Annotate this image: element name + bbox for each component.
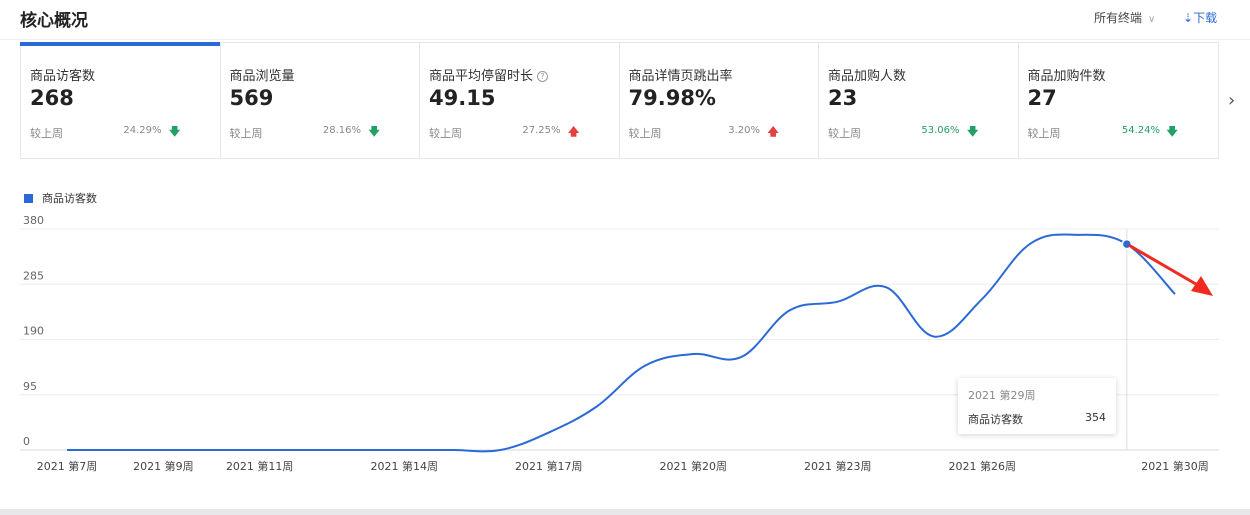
- tooltip-series-name: 商品访客数: [968, 413, 1023, 426]
- tooltip-value: 354: [1085, 411, 1106, 424]
- x-tick-label: 2021 第30周: [1141, 459, 1209, 473]
- annotation-arrow-shaft: [1128, 243, 1202, 289]
- x-tick-label: 2021 第20周: [660, 459, 728, 473]
- x-tick-label: 2021 第17周: [515, 459, 583, 473]
- x-tick-label: 2021 第14周: [370, 459, 438, 473]
- annotation-arrow-head: [1191, 276, 1213, 296]
- x-tick-label: 2021 第7周: [37, 459, 98, 473]
- x-tick-label: 2021 第9周: [133, 459, 194, 473]
- line-chart: 380 285 190 95 0 2021 第7周 2021 第9周 2021 第11周 202…: [20, 214, 1219, 473]
- x-tick-label: 2021 第11周: [226, 459, 294, 473]
- y-tick-label: 190: [23, 325, 44, 338]
- x-tick-label: 2021 第26周: [949, 459, 1017, 473]
- bottom-divider: [0, 509, 1250, 515]
- y-tick-label: 285: [23, 269, 44, 282]
- x-tick-label: 2021 第23周: [804, 459, 872, 473]
- y-tick-label: 95: [23, 380, 37, 393]
- chart-tooltip: 2021 第29周 商品访客数 354: [958, 378, 1116, 434]
- tooltip-title: 2021 第29周: [968, 389, 1036, 402]
- y-tick-label: 0: [23, 435, 30, 448]
- y-tick-label: 380: [23, 214, 44, 227]
